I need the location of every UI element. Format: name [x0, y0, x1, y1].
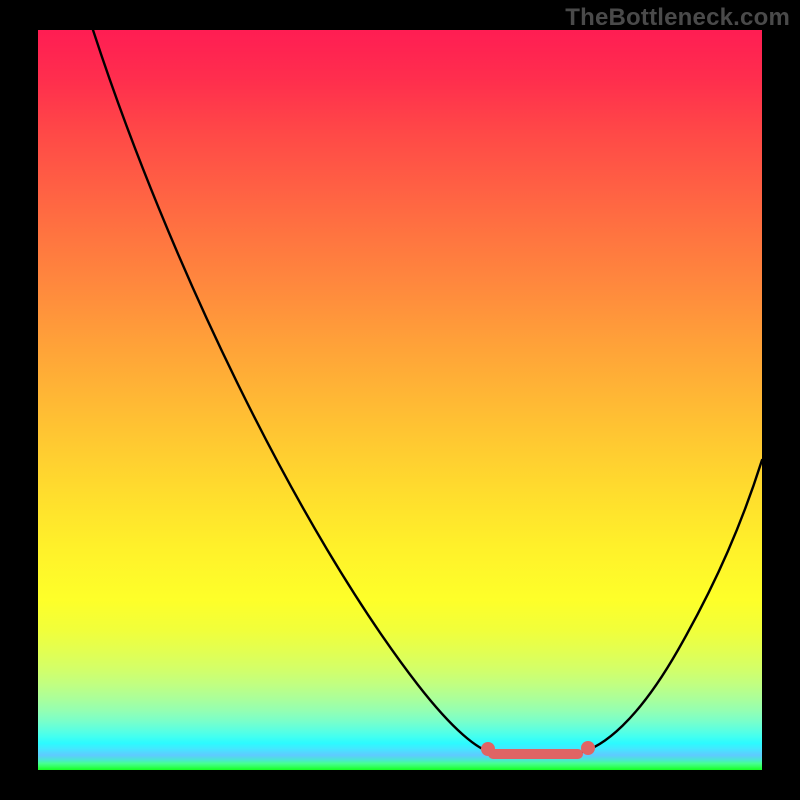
- bottleneck-curve-left: [93, 30, 493, 753]
- plot-area: [38, 30, 762, 770]
- chart-frame: TheBottleneck.com: [0, 0, 800, 800]
- watermark-text: TheBottleneck.com: [565, 4, 790, 32]
- bottleneck-curve-right: [578, 460, 762, 753]
- plot-svg: [38, 30, 762, 770]
- accent-dot-right: [581, 741, 595, 755]
